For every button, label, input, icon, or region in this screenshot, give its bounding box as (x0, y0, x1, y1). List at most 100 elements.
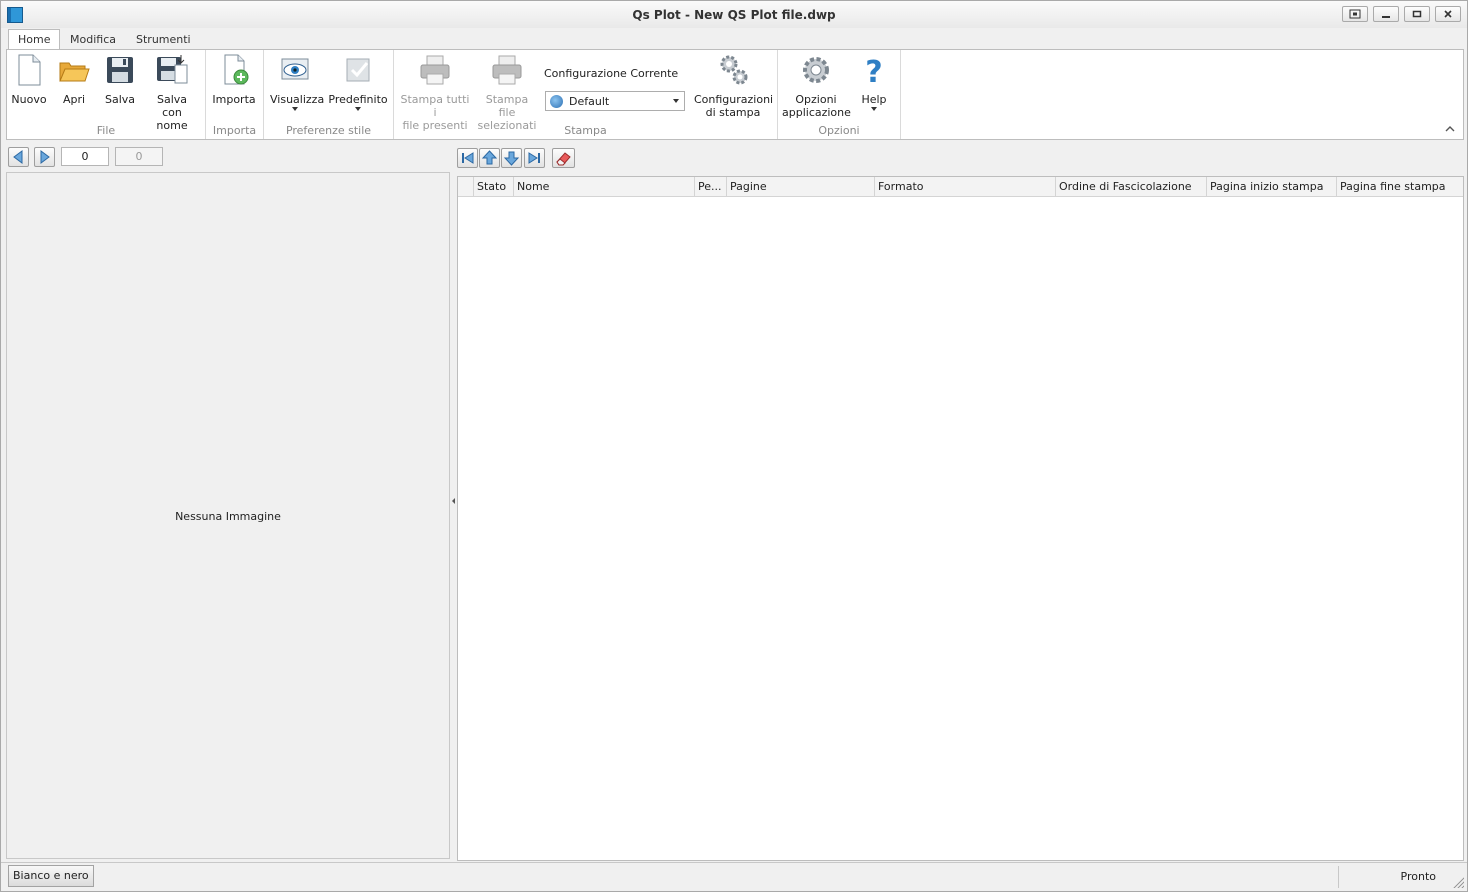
group-importa-label: Importa (212, 124, 257, 137)
group-stampa-label: Stampa (564, 124, 607, 137)
opzioni-applicazione-button[interactable]: Opzioni applicazione (782, 53, 851, 119)
window-title: Qs Plot - New QS Plot file.dwp (632, 8, 836, 22)
tab-strumenti[interactable]: Strumenti (127, 30, 200, 50)
status-bar: Bianco e nero Pronto (1, 862, 1467, 891)
move-first-button[interactable] (457, 148, 478, 168)
group-opzioni-label: Opzioni (818, 124, 860, 137)
tab-home[interactable]: Home (8, 29, 61, 50)
page-total-field: 0 (115, 147, 163, 166)
ribbon: Nuovo Apri Salva Salva con nome File Imp… (6, 49, 1464, 140)
move-last-button[interactable] (524, 148, 545, 168)
collapse-ribbon-icon[interactable] (1445, 124, 1455, 134)
predefinito-button[interactable]: Predefinito (328, 53, 388, 111)
preview-navbar: 0 0 (6, 146, 450, 170)
configurazione-value: Default (569, 95, 610, 108)
move-up-button[interactable] (479, 148, 500, 168)
nuovo-button[interactable]: Nuovo (10, 53, 48, 106)
printer-icon (492, 55, 522, 85)
visualizza-label: Visualizza (270, 93, 325, 106)
grid-col-pagine[interactable]: Pagine (727, 177, 875, 197)
first-icon (462, 152, 474, 164)
grid-col-pe[interactable]: Pe... (695, 177, 727, 197)
salva-con-nome-button[interactable]: Salva con nome (147, 53, 197, 132)
bianco-nero-button[interactable]: Bianco e nero (8, 865, 94, 887)
minimize-button[interactable] (1373, 6, 1399, 22)
salva-button[interactable]: Salva (100, 53, 140, 106)
restore-layout-button[interactable] (1342, 6, 1368, 22)
tab-modifica[interactable]: Modifica (61, 30, 125, 50)
stampa-tutti-button[interactable]: Stampa tutti i file presenti (399, 53, 471, 132)
grid-col-formato[interactable]: Formato (875, 177, 1056, 197)
save-as-icon (157, 55, 188, 84)
maximize-icon (1412, 10, 1422, 18)
next-page-button[interactable] (34, 147, 55, 167)
salva-label: Salva (104, 93, 136, 106)
visualizza-button[interactable]: Visualizza (270, 53, 324, 111)
files-grid: Stato Nome Pe... Pagine Formato Ordine d… (457, 176, 1464, 861)
chevron-down-icon (355, 107, 361, 111)
chevron-down-icon (292, 107, 298, 111)
resize-grip-icon[interactable] (1452, 876, 1464, 888)
group-importa: Importa Importa (206, 50, 264, 139)
app-window: Qs Plot - New QS Plot file.dwp Home Modi… (0, 0, 1468, 892)
chevron-down-icon (673, 99, 679, 103)
move-down-button[interactable] (501, 148, 522, 168)
close-icon (1444, 10, 1452, 18)
grid-col-stato[interactable]: Stato (474, 177, 514, 197)
grid-header: Stato Nome Pe... Pagine Formato Ordine d… (458, 177, 1463, 197)
empty-preview-message: Nessuna Immagine (175, 510, 281, 523)
maximize-button[interactable] (1404, 6, 1430, 22)
importa-button[interactable]: Importa (211, 53, 257, 106)
group-stampa: Stampa tutti i file presenti Stampa file… (394, 50, 778, 139)
grid-toolbar (457, 146, 1464, 170)
clear-list-button[interactable] (552, 148, 575, 168)
stampa-sel-label-1: Stampa file (485, 93, 529, 119)
help-label: Help (861, 93, 887, 106)
help-button[interactable]: ? Help (854, 53, 894, 111)
import-icon (224, 54, 249, 85)
previous-page-button[interactable] (8, 147, 29, 167)
opzioni-label-2: applicazione (782, 106, 851, 119)
splitter-arrow-icon[interactable] (452, 498, 455, 504)
last-icon (528, 152, 540, 164)
grid-col-pagina-inizio[interactable]: Pagina inizio stampa (1207, 177, 1337, 197)
group-file: Nuovo Apri Salva Salva con nome File (7, 50, 206, 139)
status-text: Pronto (1400, 870, 1436, 883)
arrow-right-icon (40, 150, 50, 164)
configurazione-corrente-label: Configurazione Corrente (544, 67, 679, 80)
eye-view-icon (281, 58, 309, 80)
ribbon-tabs: Home Modifica Strumenti (1, 28, 1467, 50)
arrow-left-icon (13, 150, 23, 164)
gear-icon (803, 57, 829, 83)
group-preferenze-stile: Visualizza Predefinito Preferenze stile (264, 50, 394, 139)
configurazioni-stampa-button[interactable]: Configurazioni di stampa (694, 53, 774, 119)
configurazioni-label-1: Configurazioni (694, 93, 774, 106)
grid-col-ordine[interactable]: Ordine di Fascicolazione (1056, 177, 1207, 197)
group-file-label: File (96, 124, 116, 137)
eraser-icon (556, 152, 571, 166)
apri-button[interactable]: Apri (55, 53, 93, 106)
screen-icon (1349, 9, 1361, 19)
page-current-input[interactable]: 0 (61, 147, 109, 166)
configurazione-select[interactable]: Default (545, 91, 685, 111)
group-preferenze-label: Preferenze stile (285, 124, 372, 137)
default-style-icon (346, 58, 370, 82)
grid-col-indicator[interactable] (458, 177, 474, 197)
printer-all-icon (420, 55, 450, 85)
globe-icon (550, 95, 563, 108)
configurazioni-label-2: di stampa (705, 106, 761, 119)
nuovo-label: Nuovo (11, 93, 47, 106)
new-document-icon (18, 54, 41, 86)
importa-label: Importa (212, 93, 256, 106)
arrow-up-icon (481, 150, 498, 165)
close-button[interactable] (1435, 6, 1461, 22)
open-folder-icon (59, 62, 90, 82)
grid-col-nome[interactable]: Nome (514, 177, 695, 197)
chevron-down-icon (871, 107, 877, 111)
grid-col-pagina-fine[interactable]: Pagina fine stampa (1337, 177, 1463, 197)
apri-label: Apri (62, 93, 86, 106)
preview-panel: Nessuna Immagine (6, 172, 450, 859)
status-divider (1338, 866, 1339, 888)
stampa-selezionati-button[interactable]: Stampa file selezionati (476, 53, 538, 132)
minimize-icon (1382, 16, 1390, 18)
